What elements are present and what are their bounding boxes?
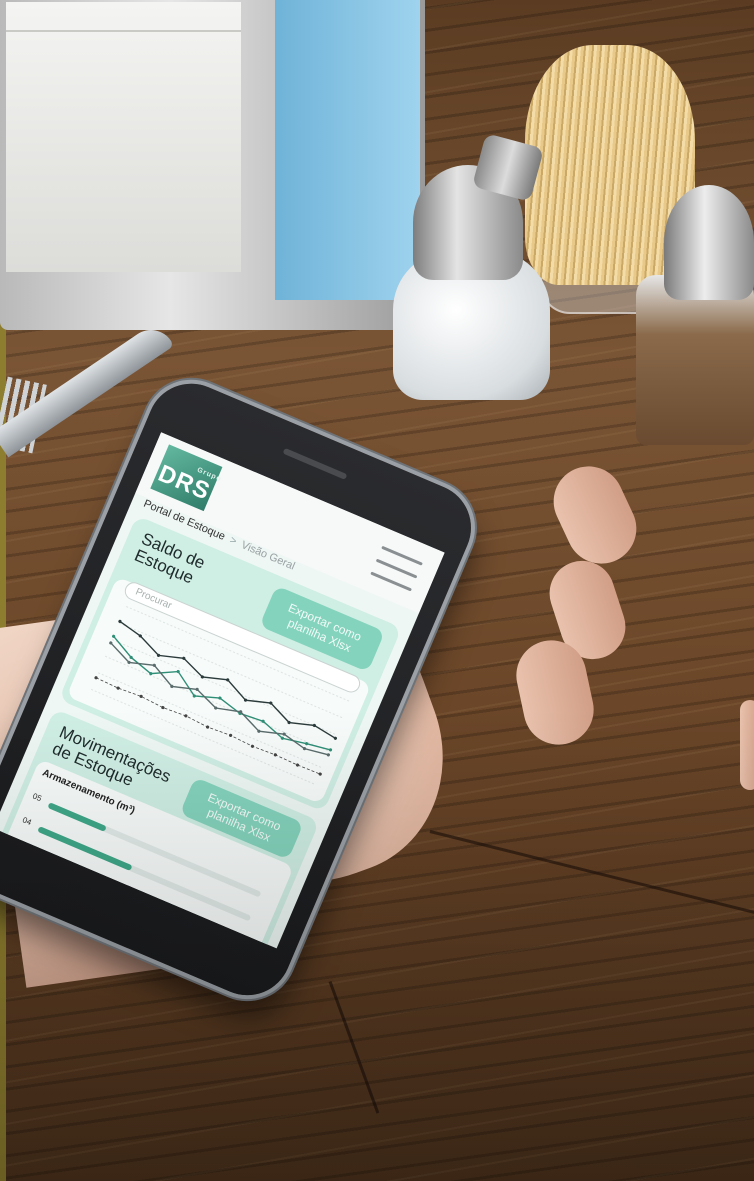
- chart-point: [184, 714, 188, 718]
- storage-bar-label: 04: [21, 815, 33, 828]
- chart-point: [326, 753, 330, 757]
- photo-scene: Grupo DRS Portal de Estoque > Visão Gera…: [0, 0, 754, 1181]
- chart-point: [94, 676, 98, 680]
- chart-point: [318, 772, 322, 776]
- chart-point: [250, 744, 255, 748]
- pepper-shaker-cap: [664, 185, 754, 300]
- napkin-holder: [0, 0, 425, 330]
- napkin-fold: [6, 30, 241, 32]
- chart-point: [206, 725, 210, 729]
- chart-point: [229, 733, 233, 737]
- phone-speaker: [282, 447, 348, 480]
- pepper-shaker: [636, 275, 754, 445]
- chart-point: [139, 694, 143, 698]
- chart-point: [116, 686, 120, 690]
- breadcrumb-separator: >: [227, 534, 239, 548]
- chart-point: [328, 748, 333, 752]
- finger: [740, 700, 754, 790]
- chart-point: [295, 763, 300, 767]
- logo-text: DRS: [154, 459, 215, 506]
- napkins: [6, 2, 241, 272]
- chart-point: [273, 753, 277, 757]
- hamburger-menu-icon[interactable]: [370, 545, 423, 593]
- storage-bar-label: 05: [31, 791, 43, 804]
- chart-point: [161, 705, 165, 710]
- napkin-holder-side: [275, 0, 420, 300]
- drs-logo: Grupo DRS: [150, 444, 223, 512]
